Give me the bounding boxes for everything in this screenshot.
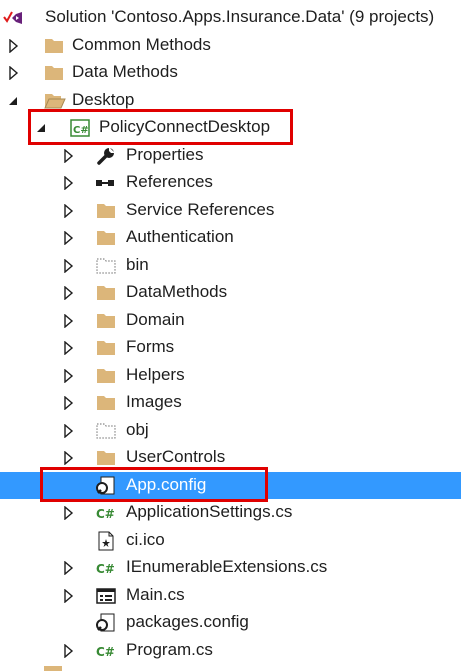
tree-item-program[interactable]: C# Program.cs xyxy=(0,637,461,665)
tree-item-usercontrols[interactable]: UserControls xyxy=(0,444,461,472)
tree-item-label: IEnumerableExtensions.cs xyxy=(126,557,328,576)
tree-item-label: Authentication xyxy=(126,227,234,246)
tree-item-authentication[interactable]: Authentication xyxy=(0,224,461,252)
folder-icon xyxy=(96,228,116,248)
expand-arrow-icon[interactable] xyxy=(63,258,75,273)
tree-item-solution[interactable]: Solution 'Contoso.Apps.Insurance.Data' (… xyxy=(0,4,461,32)
tree-item-data-methods[interactable]: Data Methods xyxy=(0,59,461,87)
tree-item-label: Forms xyxy=(126,337,175,356)
tree-item-ienumerableextensions[interactable]: C# IEnumerableExtensions.cs xyxy=(0,554,461,582)
hidden-folder-icon xyxy=(96,421,116,441)
tree-item-label: Service References xyxy=(126,199,275,219)
expand-arrow-icon[interactable] xyxy=(63,176,75,190)
folder-icon xyxy=(96,311,116,331)
csharp-file-icon: C# xyxy=(96,503,116,523)
svg-text:C#: C# xyxy=(96,562,115,576)
solution-label: Solution 'Contoso.Apps.Insurance.Data' (… xyxy=(45,7,435,26)
tree-item-label: Common Methods xyxy=(72,34,211,54)
tree-item-properties[interactable]: Properties xyxy=(0,142,461,170)
expand-arrow-icon[interactable] xyxy=(63,643,75,658)
tree-item-common-methods[interactable]: Common Methods xyxy=(0,32,461,60)
references-icon xyxy=(96,173,116,193)
expand-arrow-icon[interactable] xyxy=(8,66,20,80)
tree-item-policyconnectdesktop[interactable]: C# PolicyConnectDesktop xyxy=(0,114,461,142)
tree-item-label: App.config xyxy=(126,474,207,494)
expand-arrow-icon[interactable] xyxy=(8,38,20,53)
folder-icon xyxy=(96,393,116,413)
tree-item-helpers[interactable]: Helpers xyxy=(0,362,461,390)
tree-item-label: ApplicationSettings.cs xyxy=(126,502,293,521)
folder-icon xyxy=(96,448,116,468)
expand-arrow-icon[interactable] xyxy=(63,203,75,218)
tree-item-partial xyxy=(0,664,461,671)
folder-icon xyxy=(44,63,64,83)
tree-item-label: Program.cs xyxy=(126,639,213,659)
tree-item-label: DataMethods xyxy=(126,282,228,301)
tree-item-label: obj xyxy=(126,419,149,439)
folder-icon xyxy=(44,666,62,671)
expand-arrow-icon[interactable] xyxy=(63,368,75,383)
wrench-icon xyxy=(96,146,116,166)
tree-item-service-references[interactable]: Service References xyxy=(0,197,461,225)
svg-text:C#: C# xyxy=(73,125,89,136)
csharp-file-icon: C# xyxy=(96,558,116,578)
folder-icon xyxy=(96,201,116,221)
tree-item-label: Properties xyxy=(126,144,204,164)
tree-item-desktop[interactable]: Desktop xyxy=(0,87,461,115)
config-file-icon xyxy=(96,476,116,496)
tree-item-label: PolicyConnectDesktop xyxy=(99,117,271,136)
tree-item-label: ci.ico xyxy=(126,529,165,549)
expand-arrow-icon[interactable] xyxy=(63,231,75,245)
tree-item-references[interactable]: References xyxy=(0,169,461,197)
tree-item-ci-ico[interactable]: ci.ico xyxy=(0,527,461,555)
expand-arrow-icon[interactable] xyxy=(63,561,75,575)
expand-arrow-icon[interactable] xyxy=(63,286,75,300)
form-file-icon xyxy=(96,586,116,606)
open-folder-icon xyxy=(44,91,66,111)
tree-item-label: Helpers xyxy=(126,364,185,384)
expand-arrow-icon[interactable] xyxy=(63,396,75,410)
expand-arrow-icon[interactable] xyxy=(63,506,75,520)
expand-arrow-icon[interactable] xyxy=(63,148,75,163)
expand-arrow-icon[interactable] xyxy=(63,423,75,438)
svg-text:C#: C# xyxy=(96,645,115,659)
collapse-arrow-icon[interactable] xyxy=(7,94,19,108)
tree-item-app-config[interactable]: App.config xyxy=(0,471,461,499)
config-file-icon xyxy=(96,613,116,633)
tree-item-label: bin xyxy=(126,254,149,274)
folder-icon xyxy=(96,366,116,386)
expand-arrow-icon[interactable] xyxy=(63,313,75,328)
folder-icon xyxy=(96,338,116,358)
tree-item-label: UserControls xyxy=(126,447,226,466)
tree-item-label: packages.config xyxy=(126,612,249,631)
tree-item-forms[interactable]: Forms xyxy=(0,334,461,362)
collapse-arrow-icon[interactable] xyxy=(35,121,47,135)
tree-item-label: Main.cs xyxy=(126,584,185,604)
expand-arrow-icon[interactable] xyxy=(63,451,75,465)
icon-file-icon xyxy=(96,531,116,551)
tree-item-obj[interactable]: obj xyxy=(0,417,461,445)
tree-item-domain[interactable]: Domain xyxy=(0,307,461,335)
tree-item-label: Images xyxy=(126,392,182,411)
hidden-folder-icon xyxy=(96,256,116,276)
tree-item-images[interactable]: Images xyxy=(0,389,461,417)
expand-arrow-icon[interactable] xyxy=(63,588,75,603)
tree-item-bin[interactable]: bin xyxy=(0,252,461,280)
svg-text:C#: C# xyxy=(96,507,115,521)
tree-item-label: Data Methods xyxy=(72,62,178,81)
tree-item-label: Desktop xyxy=(72,89,135,109)
tree-item-label: Domain xyxy=(126,309,185,329)
tree-item-main[interactable]: Main.cs xyxy=(0,582,461,610)
vs-solution-icon xyxy=(2,8,22,28)
tree-item-datamethods[interactable]: DataMethods xyxy=(0,279,461,307)
expand-arrow-icon[interactable] xyxy=(63,341,75,355)
csharp-file-icon: C# xyxy=(96,641,116,661)
tree-item-label: References xyxy=(126,172,213,191)
folder-icon xyxy=(96,283,116,303)
csharp-project-icon: C# xyxy=(70,118,90,138)
tree-item-packages-config[interactable]: packages.config xyxy=(0,609,461,637)
tree-item-applicationsettings[interactable]: C# ApplicationSettings.cs xyxy=(0,499,461,527)
folder-icon xyxy=(44,36,64,56)
